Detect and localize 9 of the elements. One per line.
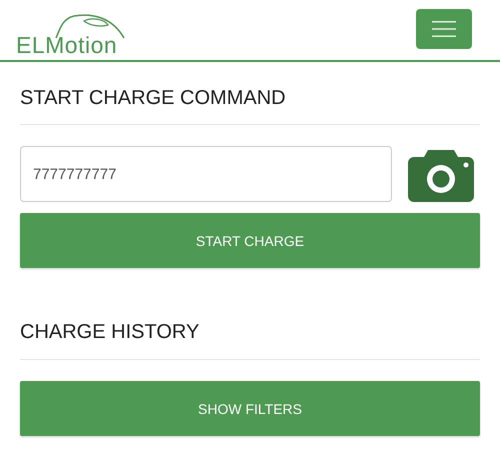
section-title: CHARGE HISTORY	[20, 320, 200, 344]
start-charge-button[interactable]: START CHARGE	[20, 213, 480, 268]
menu-button[interactable]	[416, 8, 472, 48]
logo-text: ELMotion	[16, 33, 118, 57]
logo[interactable]: ELMotion	[16, 13, 130, 57]
menu-icon	[432, 20, 456, 38]
input-field[interactable]: 7777777777	[20, 146, 392, 202]
section-title: START CHARGE COMMAND	[20, 86, 287, 110]
show-filters-button[interactable]: SHOW FILTERS	[20, 381, 480, 436]
